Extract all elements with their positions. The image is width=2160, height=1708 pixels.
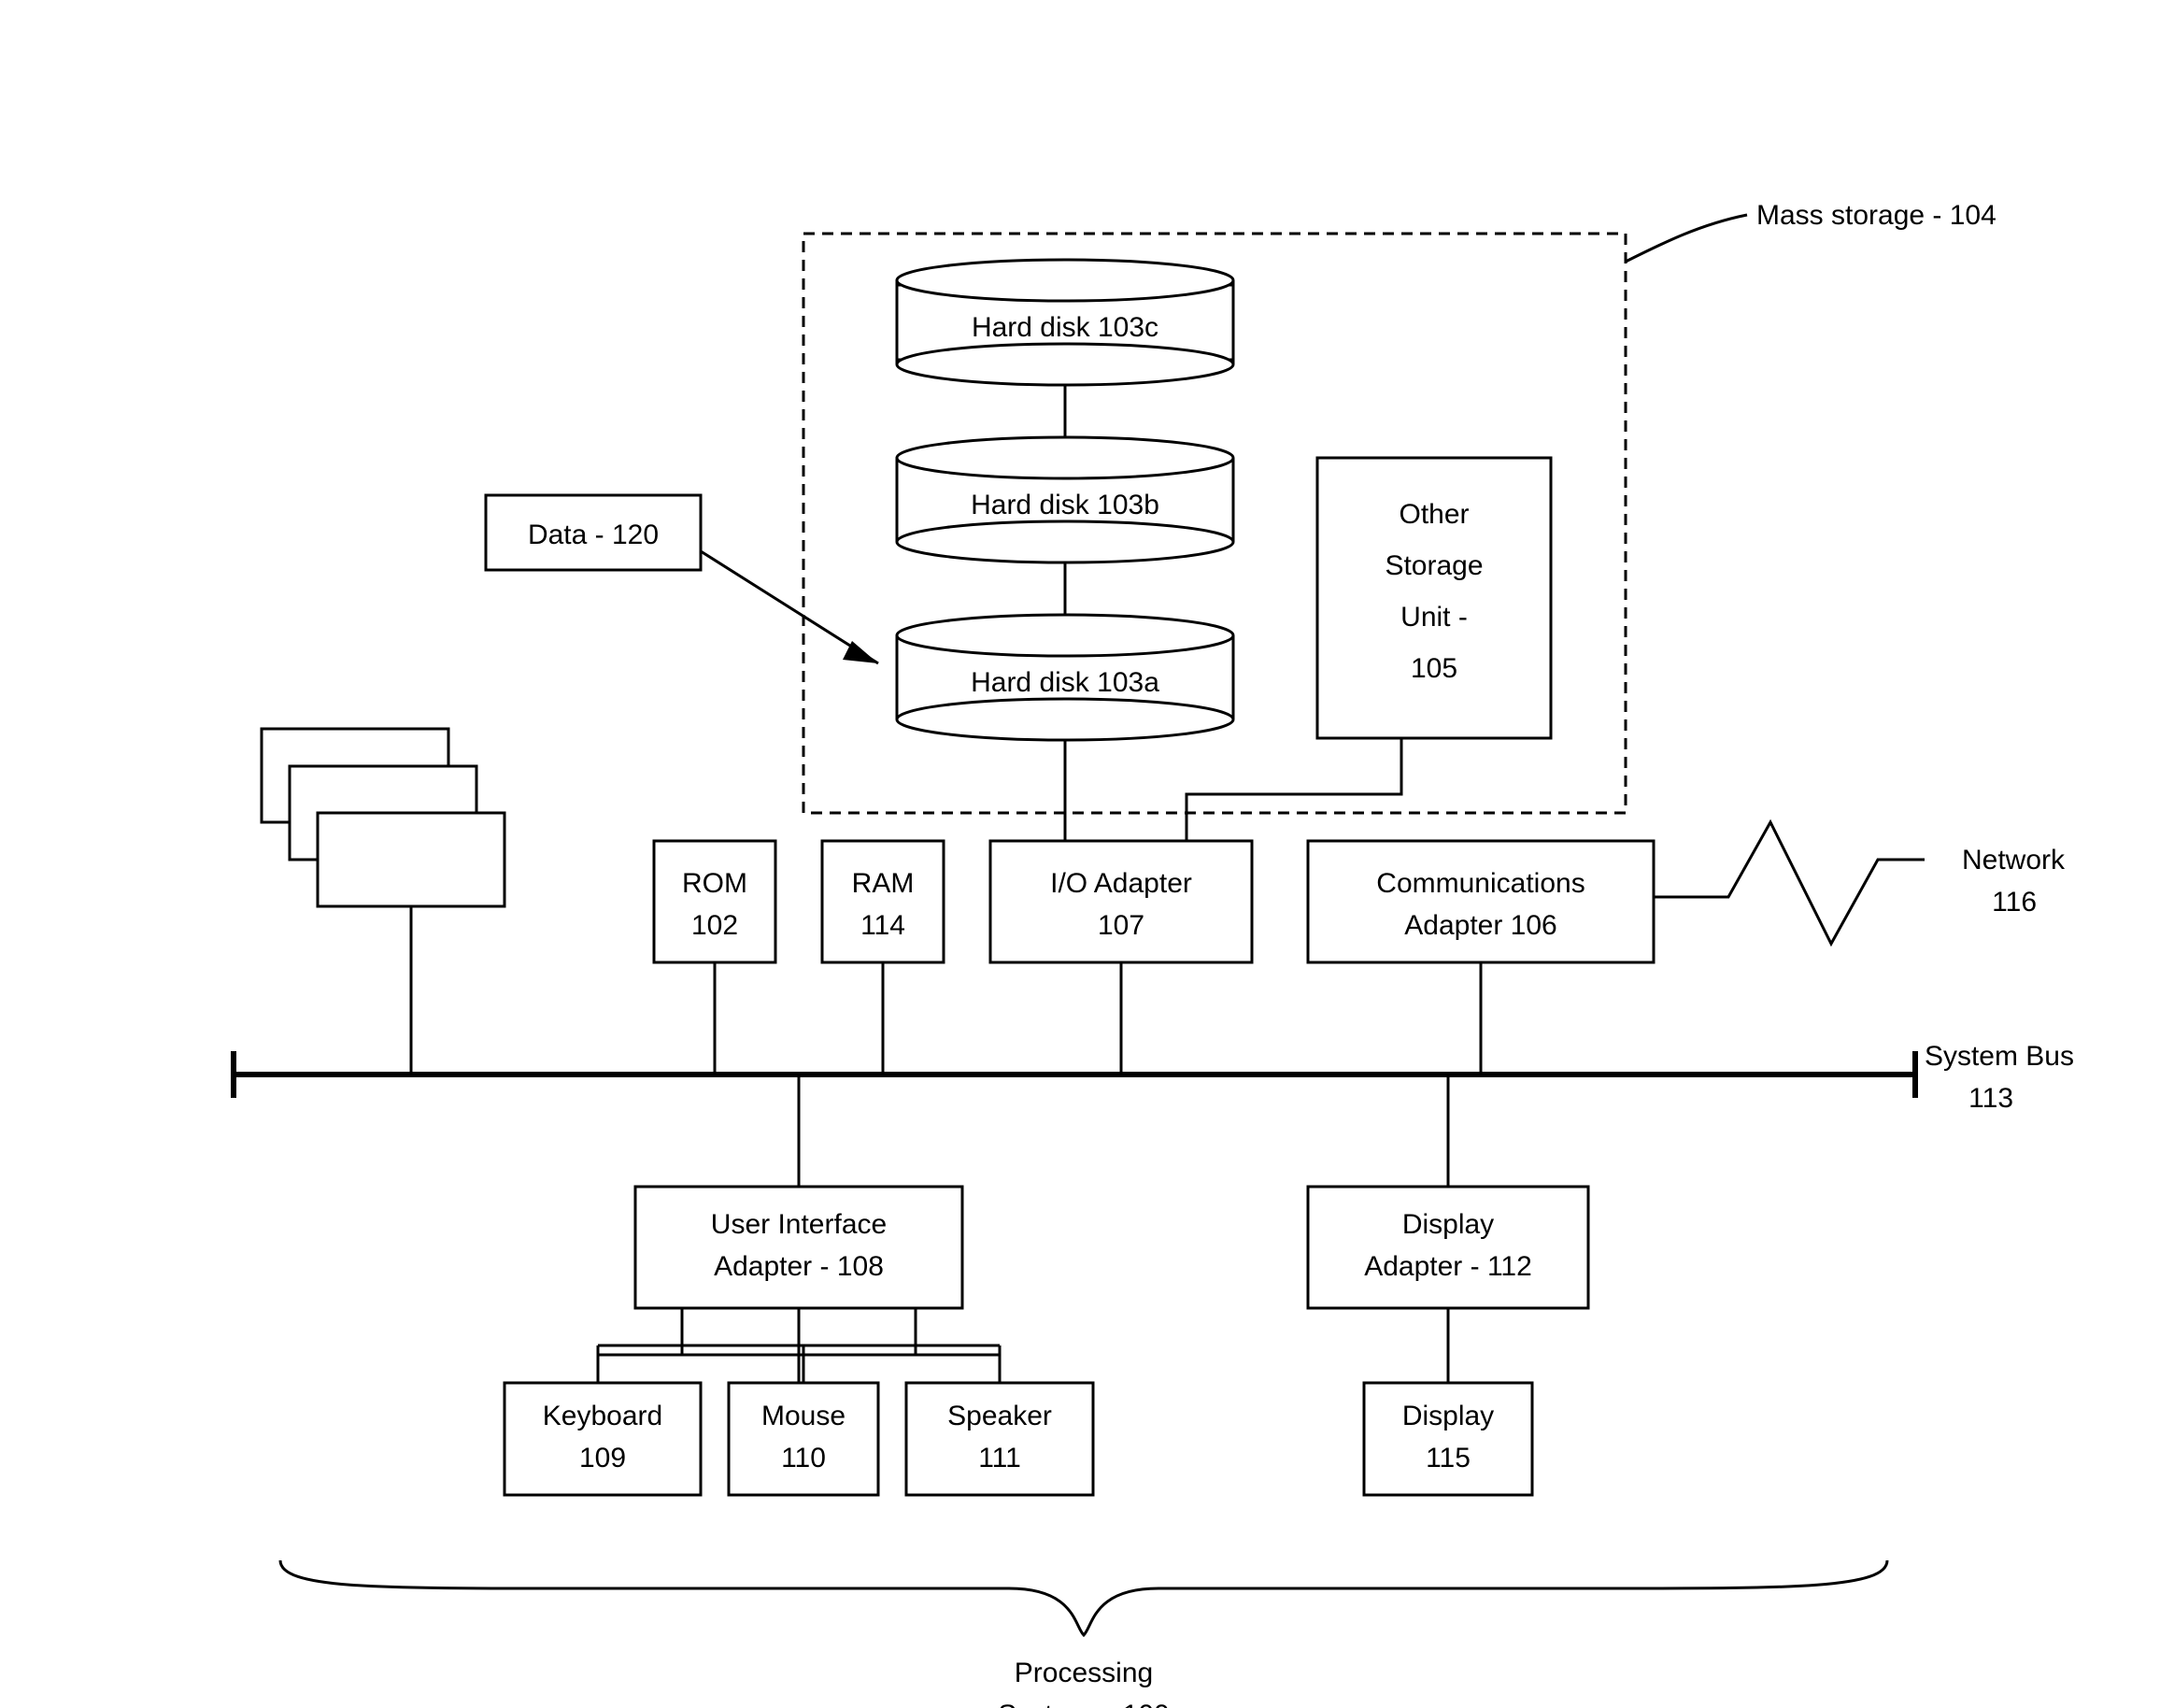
bottom-brace	[280, 1560, 1887, 1635]
svg-text:Speaker: Speaker	[947, 1401, 1052, 1431]
svg-text:115: 115	[1426, 1443, 1471, 1473]
svg-text:Hard disk 103a: Hard disk 103a	[971, 667, 1159, 698]
stacked-box-front	[318, 813, 504, 906]
hard-disk-b: Hard disk 103b	[897, 437, 1233, 562]
svg-text:Hard disk 103c: Hard disk 103c	[972, 312, 1158, 343]
system-bus-label-1: System Bus	[1925, 1041, 2074, 1072]
mass-storage-leader	[1626, 215, 1747, 262]
hard-disk-c: Hard disk 103c	[897, 260, 1233, 385]
svg-text:Display: Display	[1402, 1209, 1494, 1240]
diagram-canvas: Mass storage - 104 Hard disk 103c Hard d…	[0, 0, 2160, 1708]
display-box	[1364, 1383, 1532, 1495]
otherstorage-to-io-connector	[1187, 738, 1401, 841]
io-adapter-box	[990, 841, 1252, 962]
svg-text:Keyboard: Keyboard	[543, 1401, 662, 1431]
svg-text:Mouse: Mouse	[761, 1401, 846, 1431]
svg-text:102: 102	[691, 910, 738, 941]
svg-text:107: 107	[1098, 910, 1144, 941]
svg-text:Adapter - 108: Adapter - 108	[714, 1251, 884, 1282]
caption-l2: System – 100	[998, 1700, 1169, 1708]
svg-text:Communications: Communications	[1376, 868, 1584, 899]
svg-text:110: 110	[781, 1443, 826, 1473]
svg-text:105: 105	[1411, 653, 1457, 684]
ram-box	[822, 841, 944, 962]
svg-text:114: 114	[860, 910, 905, 941]
svg-text:Adapter - 112: Adapter - 112	[1364, 1251, 1532, 1282]
svg-text:Storage: Storage	[1385, 550, 1483, 581]
display-adapter-box	[1308, 1187, 1588, 1308]
ui-adapter-box	[635, 1187, 962, 1308]
svg-text:ROM: ROM	[682, 868, 747, 899]
svg-text:Hard disk 103b: Hard disk 103b	[971, 490, 1159, 520]
mass-storage-label: Mass storage - 104	[1756, 200, 1997, 231]
speaker-box	[906, 1383, 1093, 1495]
comm-adapter-box	[1308, 841, 1654, 962]
mouse-box	[729, 1383, 878, 1495]
caption-l1: Processing	[1015, 1658, 1153, 1688]
keyboard-box	[504, 1383, 701, 1495]
network-label-2: 116	[1992, 887, 2037, 918]
svg-text:User Interface: User Interface	[711, 1209, 887, 1240]
system-bus-label-2: 113	[1968, 1083, 2013, 1114]
svg-text:Unit -: Unit -	[1400, 602, 1468, 633]
svg-text:Display: Display	[1402, 1401, 1494, 1431]
svg-text:Other: Other	[1399, 499, 1469, 530]
rom-box	[654, 841, 775, 962]
svg-text:Adapter 106: Adapter 106	[1404, 910, 1556, 941]
svg-text:111: 111	[978, 1443, 1021, 1473]
network-zigzag-icon	[1654, 822, 1925, 944]
svg-text:I/O Adapter: I/O Adapter	[1050, 868, 1192, 899]
hard-disk-a: Hard disk 103a	[897, 615, 1233, 740]
svg-text:109: 109	[579, 1443, 626, 1473]
data-label: Data - 120	[528, 520, 659, 550]
svg-text:RAM: RAM	[852, 868, 915, 899]
network-label-1: Network	[1962, 845, 2066, 875]
